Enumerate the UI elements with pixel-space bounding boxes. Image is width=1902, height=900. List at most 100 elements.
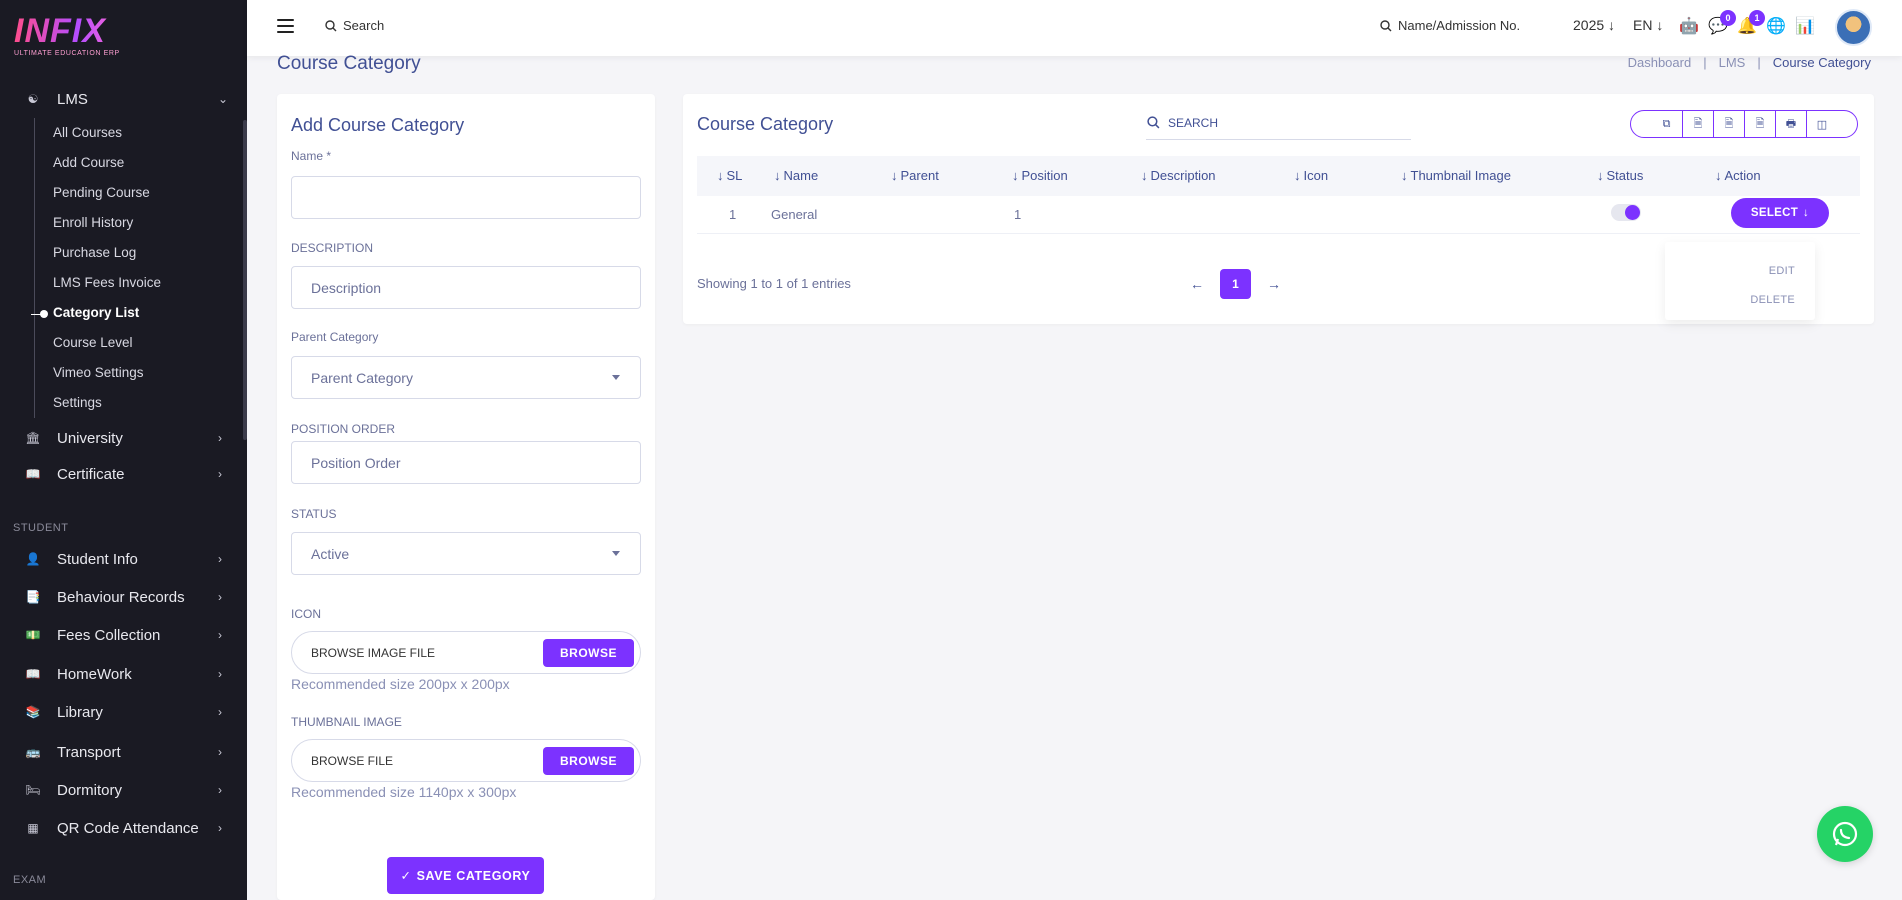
sort-arrow-icon: ↓: [1141, 168, 1148, 183]
sidebar-item-university[interactable]: 🏛 University ›: [0, 423, 247, 453]
menu-delete[interactable]: DELETE: [1750, 294, 1795, 306]
page-number[interactable]: 1: [1220, 269, 1251, 299]
sidebar-item-certificate[interactable]: 📖 Certificate ›: [0, 459, 247, 489]
global-search[interactable]: Search: [325, 18, 384, 33]
columns-icon[interactable]: ◫: [1806, 111, 1837, 137]
save-label: SAVE CATEGORY: [416, 868, 531, 883]
pdf-icon[interactable]: 🗎: [1744, 111, 1775, 137]
search-icon: [325, 19, 337, 31]
table-search-input[interactable]: SEARCH: [1146, 106, 1411, 140]
csv-icon[interactable]: 🗎: [1713, 111, 1744, 137]
toggle-knob: [1625, 205, 1640, 220]
sidebar-item-dormitory[interactable]: 🛏 Dormitory ›: [0, 775, 247, 805]
arrow-down-icon: ↓: [1803, 207, 1810, 219]
sidebar-item-student-info[interactable]: 👤 Student Info ›: [0, 544, 247, 574]
sidebar-item-label: Library: [57, 703, 103, 721]
name-field[interactable]: [291, 176, 641, 219]
column-label: Action: [1724, 168, 1761, 183]
column-thumbnail[interactable]: ↓ Thumbnail Image: [1401, 168, 1511, 183]
search-label: Search: [343, 18, 385, 33]
column-sl[interactable]: ↓ SL: [717, 168, 742, 183]
sidebar-item-label: Certificate: [57, 465, 125, 483]
whatsapp-icon: [1832, 821, 1858, 847]
chat-icon[interactable]: 💬 0: [1708, 10, 1736, 36]
sidebar-item-library[interactable]: 📚 Library ›: [0, 697, 247, 727]
bed-icon: 🛏: [25, 783, 41, 797]
description-field[interactable]: Description: [291, 266, 641, 309]
select-action-button[interactable]: SELECT ↓: [1731, 198, 1829, 228]
sidebar-sub-vimeo-settings[interactable]: Vimeo Settings: [53, 365, 144, 380]
sidebar-item-qr-code-attendance[interactable]: ▦ QR Code Attendance ›: [0, 813, 247, 843]
print-icon[interactable]: 🖶: [1775, 111, 1806, 137]
column-parent[interactable]: ↓ Parent: [891, 168, 939, 183]
column-name[interactable]: ↓ Name: [774, 168, 818, 183]
chevron-right-icon: ›: [218, 628, 222, 642]
sidebar-scrollbar[interactable]: [243, 120, 247, 440]
sidebar-sub-all-courses[interactable]: All Courses: [53, 125, 122, 140]
sidebar-sub-pending-course[interactable]: Pending Course: [53, 185, 150, 200]
thumbnail-size-hint: Recommended size 1140px x 300px: [291, 784, 517, 800]
sidebar-sub-lms-fees-invoice[interactable]: LMS Fees Invoice: [53, 275, 161, 290]
globe-icon[interactable]: 🌐: [1766, 16, 1786, 36]
description-label: DESCRIPTION: [291, 241, 374, 255]
column-position[interactable]: ↓ Position: [1012, 168, 1068, 183]
robot-icon[interactable]: 🤖: [1679, 16, 1699, 36]
select-label: SELECT: [1750, 207, 1799, 219]
bus-icon: 🚌: [25, 745, 41, 759]
save-category-button[interactable]: ✓ SAVE CATEGORY: [387, 857, 544, 894]
parent-category-select[interactable]: Parent Category: [291, 356, 641, 399]
notifications-badge: 1: [1749, 10, 1765, 26]
chevron-right-icon: ›: [218, 467, 222, 481]
position-order-field[interactable]: Position Order: [291, 441, 641, 484]
sidebar-item-transport[interactable]: 🚌 Transport ›: [0, 737, 247, 767]
cell-name: General: [771, 207, 818, 222]
column-icon[interactable]: ↓ Icon: [1294, 168, 1328, 183]
sort-arrow-icon: ↓: [1401, 168, 1408, 183]
language-select[interactable]: EN ↓: [1633, 17, 1663, 33]
logo-text: INFIX: [14, 14, 120, 48]
column-status[interactable]: ↓ Status: [1597, 168, 1643, 183]
form-title: Add Course Category: [291, 115, 465, 135]
arrow-down-icon: ↓: [1608, 17, 1616, 33]
graduate-icon: ☯: [27, 92, 39, 106]
whatsapp-chat-button[interactable]: [1817, 806, 1873, 862]
breadcrumb-lms[interactable]: LMS: [1719, 55, 1746, 70]
sidebar-sub-category-list[interactable]: Category List: [53, 305, 139, 320]
avatar[interactable]: [1835, 9, 1872, 46]
bell-icon[interactable]: 🔔 1: [1737, 10, 1765, 36]
sidebar-sub-enroll-history[interactable]: Enroll History: [53, 215, 133, 230]
brand-logo[interactable]: INFIX ULTIMATE EDUCATION ERP: [14, 14, 120, 57]
sidebar-item-fees-collection[interactable]: 💵 Fees Collection ›: [0, 620, 247, 650]
icon-file-input[interactable]: BROWSE IMAGE FILE BROWSE: [291, 631, 641, 674]
prev-page-icon[interactable]: ←: [1190, 276, 1204, 292]
university-icon: 🏛: [25, 431, 41, 445]
sidebar-item-lms[interactable]: ☯ LMS ⌄: [0, 84, 247, 114]
sidebar-sub-settings[interactable]: Settings: [53, 395, 102, 410]
sidebar-sub-add-course[interactable]: Add Course: [53, 155, 124, 170]
chart-icon[interactable]: 📊: [1795, 16, 1815, 36]
sidebar-sub-course-level[interactable]: Course Level: [53, 335, 133, 350]
column-description[interactable]: ↓ Description: [1141, 168, 1216, 183]
excel-icon[interactable]: 🗎: [1682, 111, 1713, 137]
hamburger-menu-icon[interactable]: [277, 19, 294, 37]
sidebar-item-behaviour-records[interactable]: 📑 Behaviour Records ›: [0, 582, 247, 612]
sidebar-item-homework[interactable]: 📖 HomeWork ›: [0, 659, 247, 689]
status-toggle[interactable]: [1611, 204, 1641, 221]
status-select[interactable]: Active: [291, 532, 641, 575]
sidebar-sub-purchase-log[interactable]: Purchase Log: [53, 245, 136, 260]
academic-year-select[interactable]: 2025 ↓: [1573, 17, 1615, 33]
breadcrumb-dashboard[interactable]: Dashboard: [1628, 55, 1692, 70]
messages-badge: 0: [1720, 10, 1736, 26]
thumbnail-browse-button[interactable]: BROWSE: [543, 747, 634, 775]
column-action[interactable]: ↓ Action: [1715, 168, 1761, 183]
icon-browse-button[interactable]: BROWSE: [543, 639, 634, 667]
thumbnail-file-text: BROWSE FILE: [311, 753, 394, 768]
sidebar: INFIX ULTIMATE EDUCATION ERP ☯ LMS ⌄ All…: [0, 0, 247, 900]
student-search[interactable]: Name/Admission No.: [1380, 18, 1520, 33]
menu-edit[interactable]: EDIT: [1769, 265, 1795, 277]
chevron-down-icon: ⌄: [218, 92, 229, 106]
thumbnail-file-input[interactable]: BROWSE FILE BROWSE: [291, 739, 641, 782]
next-page-icon[interactable]: →: [1267, 276, 1281, 292]
parent-category-value: Parent Category: [311, 369, 413, 386]
copy-icon[interactable]: ⧉: [1651, 111, 1682, 137]
